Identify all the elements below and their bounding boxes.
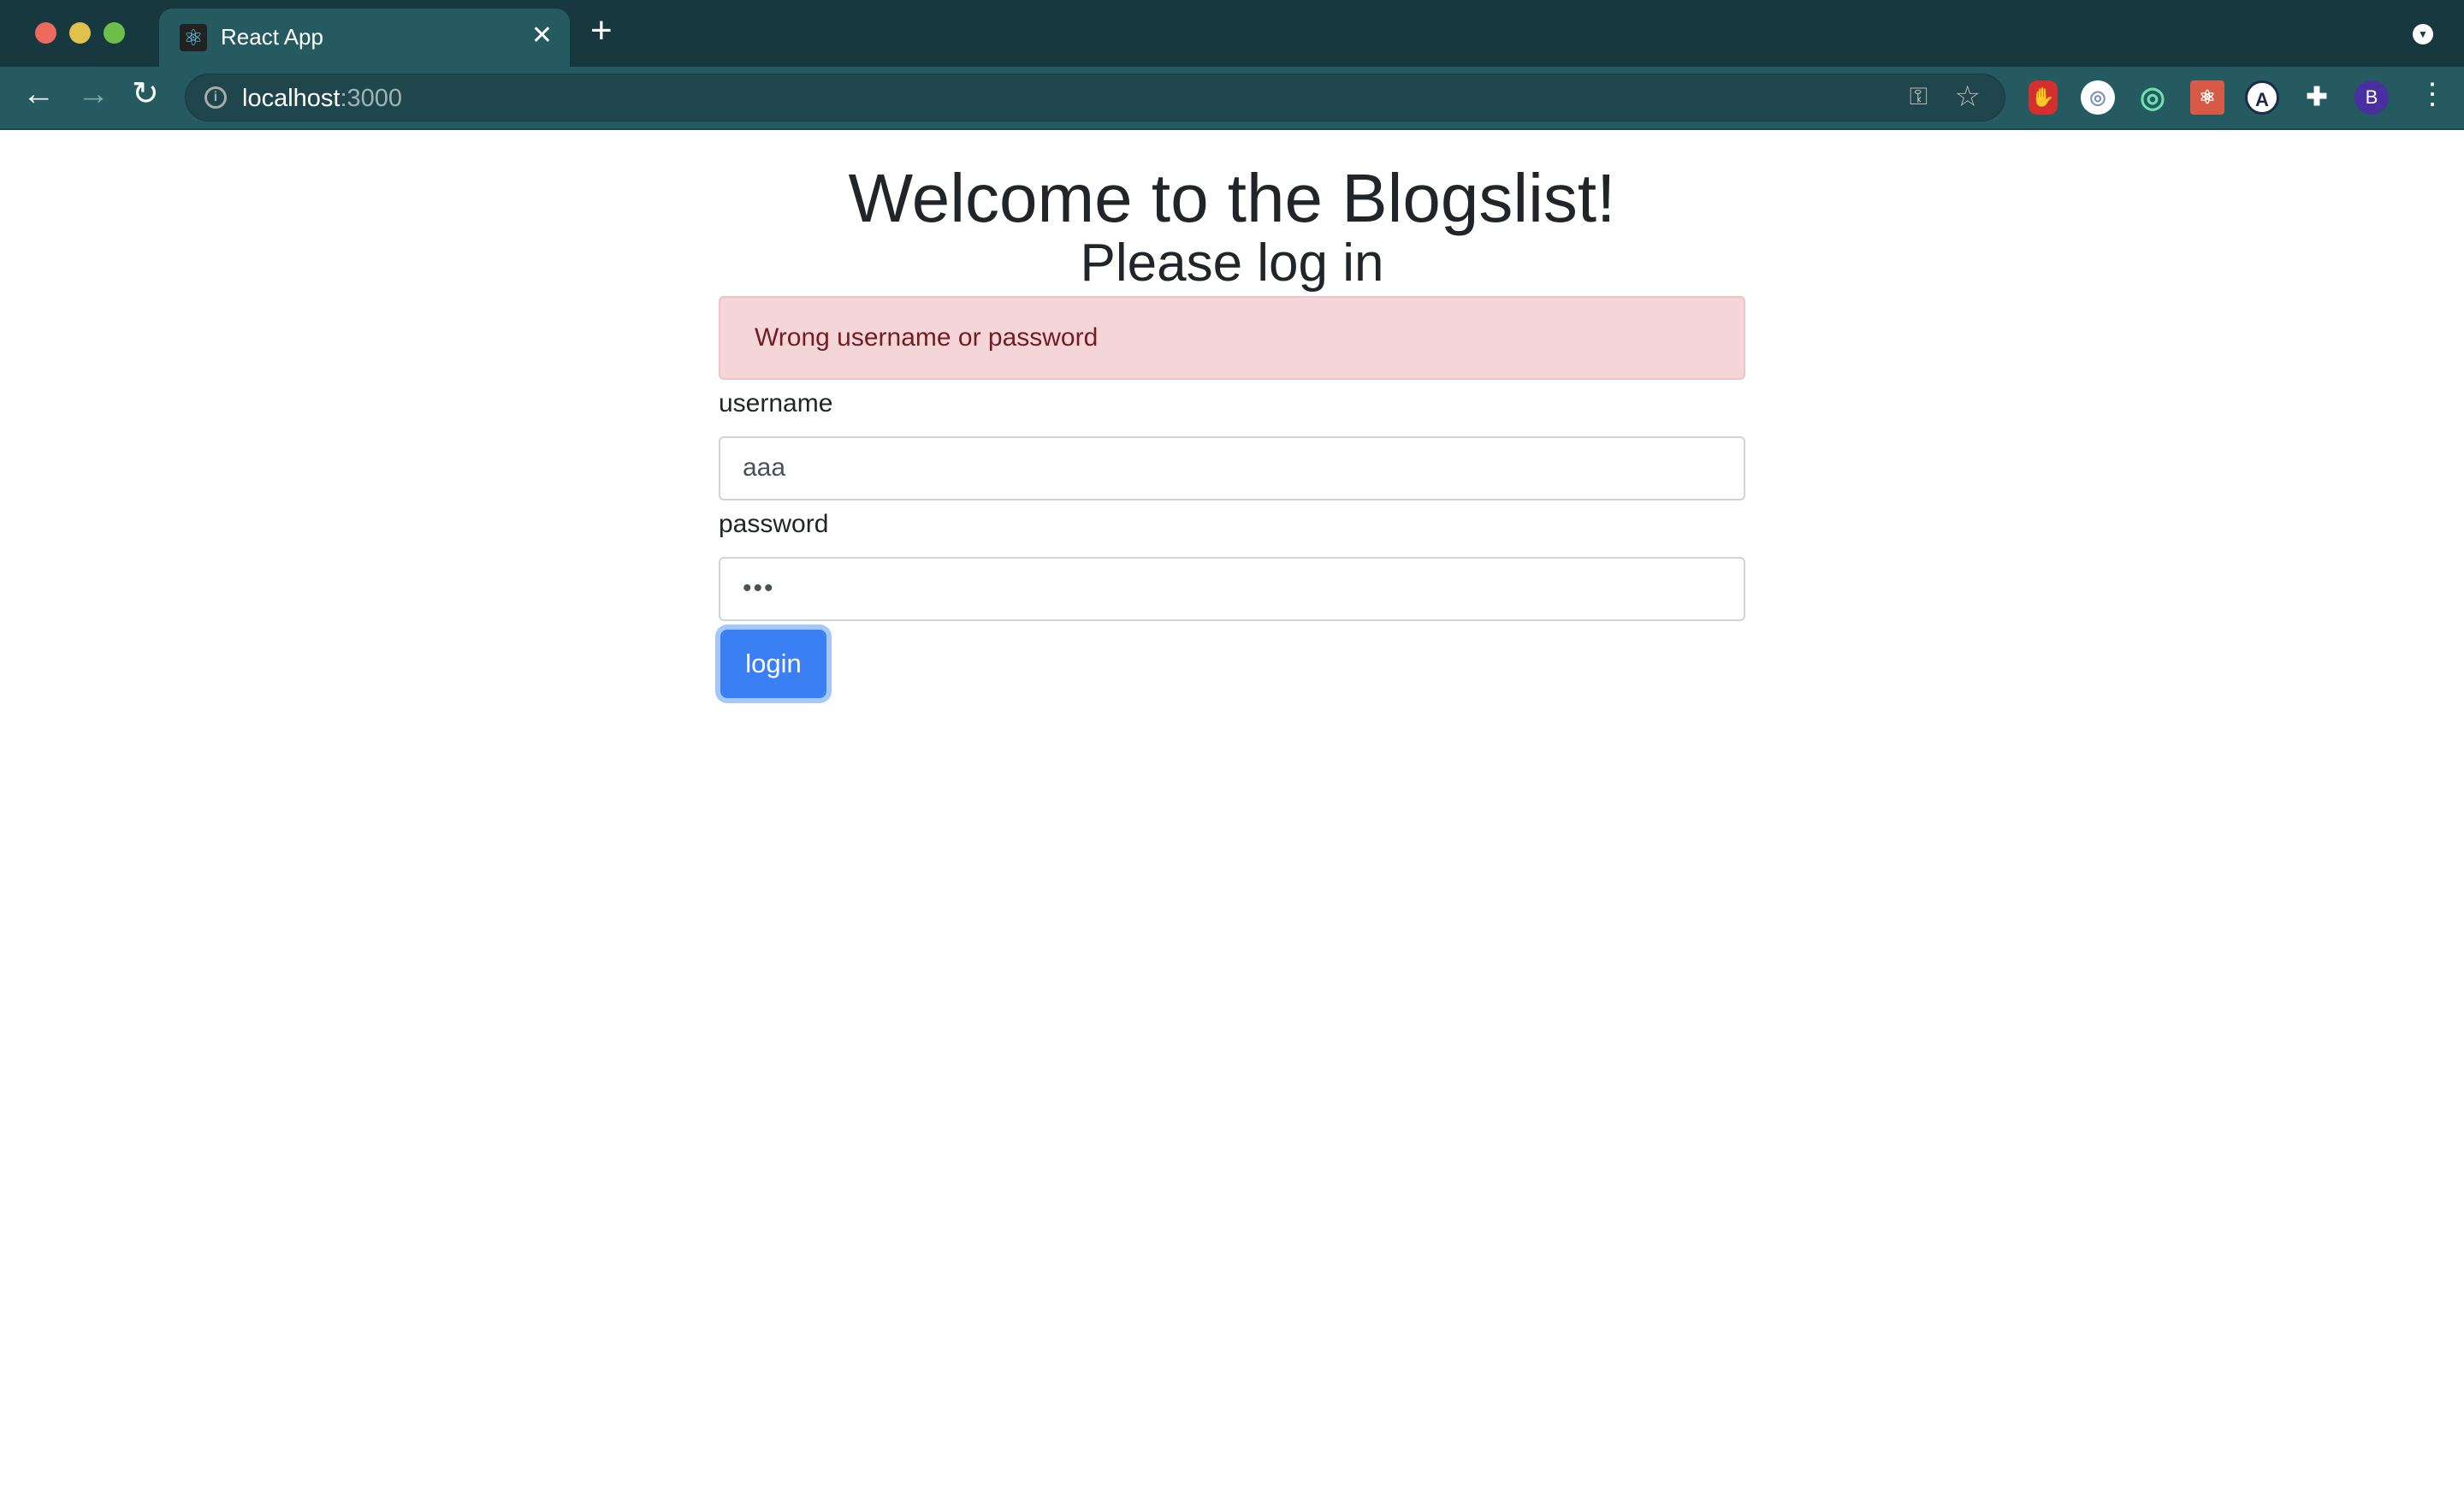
react-icon: ⚛ (180, 24, 207, 51)
json-viewer-icon[interactable]: ◎ (2081, 80, 2115, 115)
close-tab-icon[interactable]: ✕ (531, 21, 553, 50)
tab-bar: ⚛ React App ✕ + ▼ (0, 0, 2464, 67)
page-subtitle: Please log in (1080, 234, 1384, 293)
back-icon[interactable]: ← (22, 77, 55, 111)
forward-icon[interactable]: → (77, 77, 110, 111)
close-window-button[interactable] (35, 22, 56, 44)
tab-react-app[interactable]: ⚛ React App ✕ (159, 9, 570, 67)
url-host: localhost (242, 85, 341, 112)
react-devtools-icon[interactable]: ⚛ (2190, 80, 2224, 115)
new-tab-button[interactable]: + (590, 12, 613, 50)
username-input[interactable]: aaa (719, 436, 1745, 500)
reload-icon[interactable]: ↻ (132, 77, 159, 111)
maximize-window-button[interactable] (104, 22, 125, 44)
password-input[interactable]: ••• (719, 557, 1745, 621)
a-ext-icon[interactable]: A (2245, 80, 2279, 115)
login-button[interactable]: login (720, 630, 826, 698)
orbit-icon[interactable]: ◎ (2135, 80, 2170, 115)
address-bar[interactable]: i localhost:3000 ⚿ ☆ (185, 74, 2005, 121)
minimize-window-button[interactable] (69, 22, 91, 44)
tab-search-icon[interactable]: ▼ (2413, 24, 2433, 44)
adblock-icon[interactable]: ✋ (2029, 80, 2058, 115)
url-port: :3000 (340, 85, 403, 112)
puzzle-icon[interactable]: ✚ (2300, 80, 2334, 115)
key-icon[interactable]: ⚿ (1910, 83, 1928, 111)
toolbar: ← → ↻ i localhost:3000 ⚿ ☆ ✋ ◎ ◎ ⚛ A ✚ B… (0, 67, 2464, 130)
bookmark-star-icon[interactable]: ☆ (1955, 80, 1981, 114)
username-label: username (719, 389, 833, 417)
tab-title: React App (221, 24, 323, 50)
info-icon[interactable]: i (204, 86, 227, 109)
page-title: Welcome to the Blogslist! (848, 160, 1616, 236)
login-page: Welcome to the Blogslist! Please log in … (719, 130, 1745, 698)
avatar[interactable]: B (2354, 80, 2389, 115)
url-text: localhost:3000 (242, 85, 402, 113)
error-alert: Wrong username or password (719, 296, 1745, 380)
menu-icon[interactable]: ⋮ (2418, 77, 2447, 111)
password-label: password (719, 510, 829, 538)
